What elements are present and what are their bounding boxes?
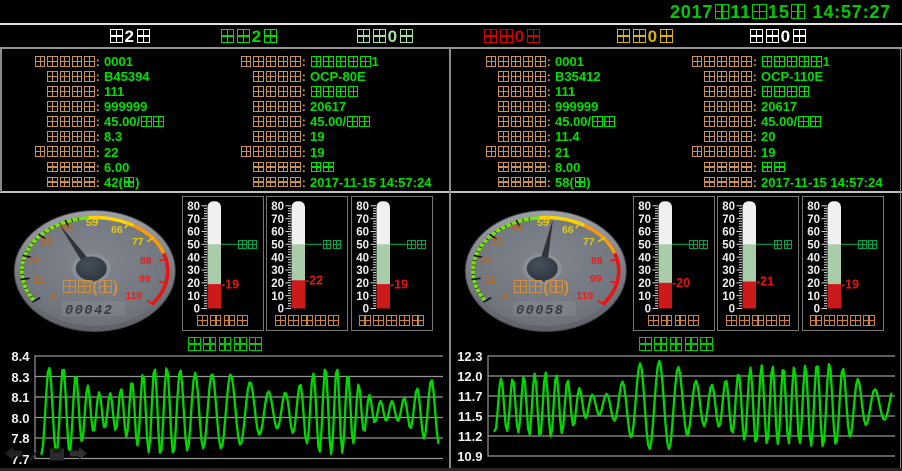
svg-text:70: 70: [722, 214, 735, 226]
svg-text:70: 70: [187, 214, 200, 226]
svg-text:20: 20: [187, 278, 200, 290]
svg-text:10: 10: [187, 291, 200, 303]
svg-text:70: 70: [271, 214, 284, 226]
svg-text:30: 30: [638, 265, 651, 277]
svg-text:20: 20: [356, 278, 369, 290]
svg-text:50: 50: [722, 240, 735, 252]
svg-text:50: 50: [187, 240, 200, 252]
svg-text:80: 80: [187, 201, 200, 213]
svg-text:20: 20: [271, 278, 284, 290]
svg-text:60: 60: [271, 227, 284, 239]
svg-text:60: 60: [807, 227, 820, 239]
svg-text:55: 55: [86, 217, 98, 229]
svg-text:30: 30: [722, 265, 735, 277]
svg-text:40: 40: [807, 252, 820, 264]
svg-text:00042: 00042: [65, 304, 114, 319]
svg-text:70: 70: [807, 214, 820, 226]
svg-text:88: 88: [140, 255, 152, 267]
svg-text:40: 40: [271, 252, 284, 264]
svg-text:66: 66: [111, 224, 123, 236]
svg-text:10: 10: [356, 291, 369, 303]
svg-text:-19: -19: [841, 277, 859, 291]
svg-text:80: 80: [271, 201, 284, 213]
svg-text:77: 77: [132, 236, 144, 248]
svg-text:20: 20: [722, 278, 735, 290]
svg-text:10: 10: [722, 291, 735, 303]
svg-text:33: 33: [40, 236, 52, 248]
svg-text:60: 60: [356, 227, 369, 239]
svg-text:80: 80: [638, 201, 651, 213]
svg-text:30: 30: [187, 265, 200, 277]
svg-text:44: 44: [511, 222, 523, 234]
svg-text:00058: 00058: [516, 304, 565, 319]
svg-text:40: 40: [187, 252, 200, 264]
svg-text:40: 40: [638, 252, 651, 264]
svg-text:20: 20: [638, 278, 651, 290]
svg-text:-22: -22: [305, 274, 323, 288]
svg-text:10: 10: [271, 291, 284, 303]
svg-text:50: 50: [807, 240, 820, 252]
svg-text:77: 77: [583, 236, 595, 248]
svg-text:50: 50: [271, 240, 284, 252]
svg-text:70: 70: [638, 214, 651, 226]
svg-text:66: 66: [562, 224, 574, 236]
svg-text:30: 30: [271, 265, 284, 277]
svg-text:-19: -19: [390, 277, 408, 291]
svg-text:10: 10: [638, 291, 651, 303]
svg-text:60: 60: [722, 227, 735, 239]
svg-text:40: 40: [722, 252, 735, 264]
svg-text:10: 10: [807, 291, 820, 303]
svg-text:-21: -21: [756, 275, 774, 289]
svg-text:30: 30: [807, 265, 820, 277]
svg-text:80: 80: [807, 201, 820, 213]
svg-text:22: 22: [480, 255, 492, 267]
svg-text:80: 80: [356, 201, 369, 213]
svg-text:50: 50: [638, 240, 651, 252]
svg-text:50: 50: [356, 240, 369, 252]
svg-text:88: 88: [591, 255, 603, 267]
svg-text:60: 60: [638, 227, 651, 239]
svg-text:80: 80: [722, 201, 735, 213]
svg-text:20: 20: [807, 278, 820, 290]
svg-text:33: 33: [491, 236, 503, 248]
svg-text:70: 70: [356, 214, 369, 226]
svg-text:55: 55: [537, 217, 549, 229]
svg-text:22: 22: [29, 255, 41, 267]
svg-text:60: 60: [187, 227, 200, 239]
svg-text:-20: -20: [672, 276, 690, 290]
svg-text:30: 30: [356, 265, 369, 277]
svg-text:-19: -19: [221, 277, 239, 291]
svg-text:40: 40: [356, 252, 369, 264]
